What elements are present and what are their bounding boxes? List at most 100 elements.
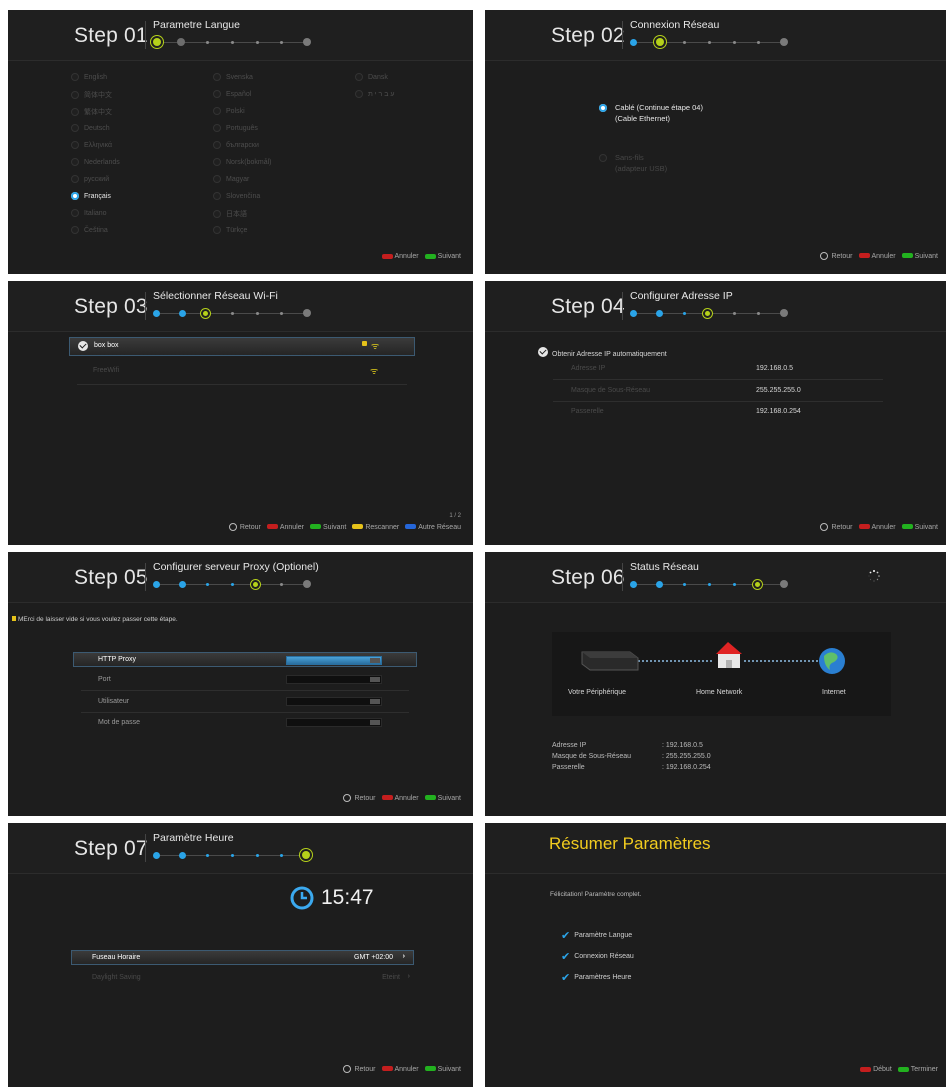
cancel-key[interactable]: Annuler bbox=[381, 1066, 419, 1073]
next-key[interactable]: Suivant bbox=[901, 523, 938, 531]
divider bbox=[553, 401, 883, 402]
summary-item: ✔ Paramètres Heure bbox=[561, 971, 631, 984]
language-label: Ελληνικά bbox=[84, 141, 113, 149]
language-option[interactable]: English bbox=[71, 73, 107, 81]
language-option[interactable]: Français bbox=[71, 192, 111, 200]
back-key[interactable]: Retour bbox=[820, 252, 853, 260]
wired-option[interactable]: Cablé (Continue étape 04) (Cable Etherne… bbox=[615, 102, 703, 124]
progress-dot-done bbox=[153, 852, 160, 859]
step6-label: Step 06 bbox=[551, 566, 625, 590]
back-key[interactable]: Retour bbox=[820, 523, 853, 531]
radio-icon bbox=[71, 158, 79, 166]
language-option[interactable]: Türkçe bbox=[213, 226, 247, 234]
wifi-row-selected[interactable]: box box ᯤ bbox=[69, 337, 415, 356]
wireless-radio[interactable] bbox=[599, 154, 607, 162]
next-key[interactable]: Suivant bbox=[309, 524, 346, 531]
language-option[interactable]: Svenska bbox=[213, 73, 253, 81]
radio-icon bbox=[71, 226, 79, 234]
back-icon bbox=[820, 252, 829, 260]
language-option[interactable]: Norsk(bokmål) bbox=[213, 158, 272, 166]
progress-dot bbox=[280, 41, 283, 44]
progress-dot-done bbox=[656, 310, 663, 317]
wifi-row-freewifi[interactable]: FreeWifi bbox=[93, 367, 119, 374]
finish-key[interactable]: Terminer bbox=[897, 1066, 938, 1073]
timezone-row[interactable]: Fuseau Horaire GMT +02:00 › bbox=[71, 950, 414, 965]
language-option[interactable]: ע ב ר י ת bbox=[355, 90, 394, 98]
wireless-option[interactable]: Sans-fils (adapteur USB) bbox=[615, 152, 667, 174]
language-label: български bbox=[226, 141, 259, 149]
auto-ip-checkbox[interactable]: Obtenir Adresse IP automatiquement bbox=[538, 343, 667, 361]
checkmark-icon: ✔ bbox=[561, 972, 571, 984]
language-option[interactable]: Deutsch bbox=[71, 124, 110, 132]
http-proxy-input[interactable] bbox=[286, 656, 382, 665]
back-key[interactable]: Retour bbox=[228, 523, 261, 531]
language-option[interactable]: Čeština bbox=[71, 226, 108, 234]
password-input[interactable] bbox=[286, 718, 382, 727]
progress-dot bbox=[280, 583, 283, 586]
step-divider bbox=[145, 834, 146, 862]
next-label: Suivant bbox=[914, 523, 938, 531]
language-label: Deutsch bbox=[84, 124, 110, 132]
cancel-key[interactable]: Annuler bbox=[858, 253, 896, 260]
cancel-key[interactable]: Annuler bbox=[381, 795, 419, 802]
progress-dot-done bbox=[206, 854, 209, 857]
language-option[interactable]: Magyar bbox=[213, 175, 249, 183]
daylight-value: Eteint bbox=[382, 974, 400, 981]
lock-icon bbox=[362, 341, 367, 346]
next-key[interactable]: Suivant bbox=[901, 253, 938, 260]
port-input[interactable] bbox=[286, 675, 382, 684]
next-key[interactable]: Suivant bbox=[424, 795, 461, 802]
cancel-key[interactable]: Annuler bbox=[381, 253, 419, 260]
next-key[interactable]: Suivant bbox=[424, 1066, 461, 1073]
language-option[interactable]: български bbox=[213, 141, 259, 149]
language-option[interactable]: Italiano bbox=[71, 209, 107, 217]
step5-panel: Step 05 Configurer serveur Proxy (Option… bbox=[8, 552, 473, 816]
rescan-key[interactable]: Rescanner bbox=[352, 524, 399, 531]
progress-dot-done bbox=[683, 312, 686, 315]
language-option[interactable]: Português bbox=[213, 124, 258, 132]
language-option[interactable]: Nederlands bbox=[71, 158, 120, 166]
progress-dot bbox=[757, 41, 760, 44]
language-label: 简体中文 bbox=[84, 92, 112, 99]
language-option[interactable]: Polski bbox=[213, 107, 245, 115]
next-key[interactable]: Suivant bbox=[424, 253, 461, 260]
language-option[interactable]: русский bbox=[71, 175, 109, 183]
red-key-icon bbox=[858, 524, 870, 530]
radio-icon bbox=[71, 209, 79, 217]
step2-header: Step 02 Connexion Réseau bbox=[485, 10, 946, 61]
step4-footer: Retour Annuler Suivant bbox=[820, 523, 938, 531]
language-option[interactable]: 繁体中文 bbox=[71, 107, 112, 117]
wired-radio[interactable] bbox=[599, 104, 607, 112]
http-proxy-row[interactable]: HTTP Proxy bbox=[73, 652, 417, 667]
language-label: Polski bbox=[226, 107, 245, 115]
divider bbox=[81, 690, 409, 691]
password-label: Mot de passe bbox=[98, 719, 141, 726]
back-icon bbox=[343, 794, 352, 802]
step2-footer: Retour Annuler Suivant bbox=[820, 252, 938, 260]
user-input[interactable] bbox=[286, 697, 382, 706]
language-option[interactable]: Slovenčina bbox=[213, 192, 260, 200]
daylight-label[interactable]: Daylight Saving bbox=[92, 974, 141, 981]
internet-label: Internet bbox=[822, 689, 846, 696]
progress-dot bbox=[256, 312, 259, 315]
language-option[interactable]: 简体中文 bbox=[71, 90, 112, 100]
back-key[interactable]: Retour bbox=[343, 794, 376, 802]
progress-dot bbox=[683, 41, 686, 44]
back-key[interactable]: Retour bbox=[343, 1065, 376, 1073]
cancel-key[interactable]: Annuler bbox=[266, 524, 304, 531]
language-option[interactable]: Dansk bbox=[355, 73, 388, 81]
cancel-key[interactable]: Annuler bbox=[858, 524, 896, 531]
red-key-icon bbox=[381, 795, 393, 801]
step5-footer: Retour Annuler Suivant bbox=[343, 794, 461, 802]
chevron-right-icon: › bbox=[402, 953, 405, 960]
language-option[interactable]: 日本語 bbox=[213, 209, 247, 219]
language-option[interactable]: Español bbox=[213, 90, 251, 98]
red-key-icon bbox=[266, 524, 278, 530]
progress-dot bbox=[177, 38, 185, 46]
other-network-key[interactable]: Autre Réseau bbox=[405, 524, 461, 531]
progress-dot bbox=[733, 312, 736, 315]
start-key[interactable]: Début bbox=[860, 1066, 892, 1073]
step2-label: Step 02 bbox=[551, 24, 625, 48]
step-divider bbox=[145, 292, 146, 320]
language-option[interactable]: Ελληνικά bbox=[71, 141, 112, 149]
